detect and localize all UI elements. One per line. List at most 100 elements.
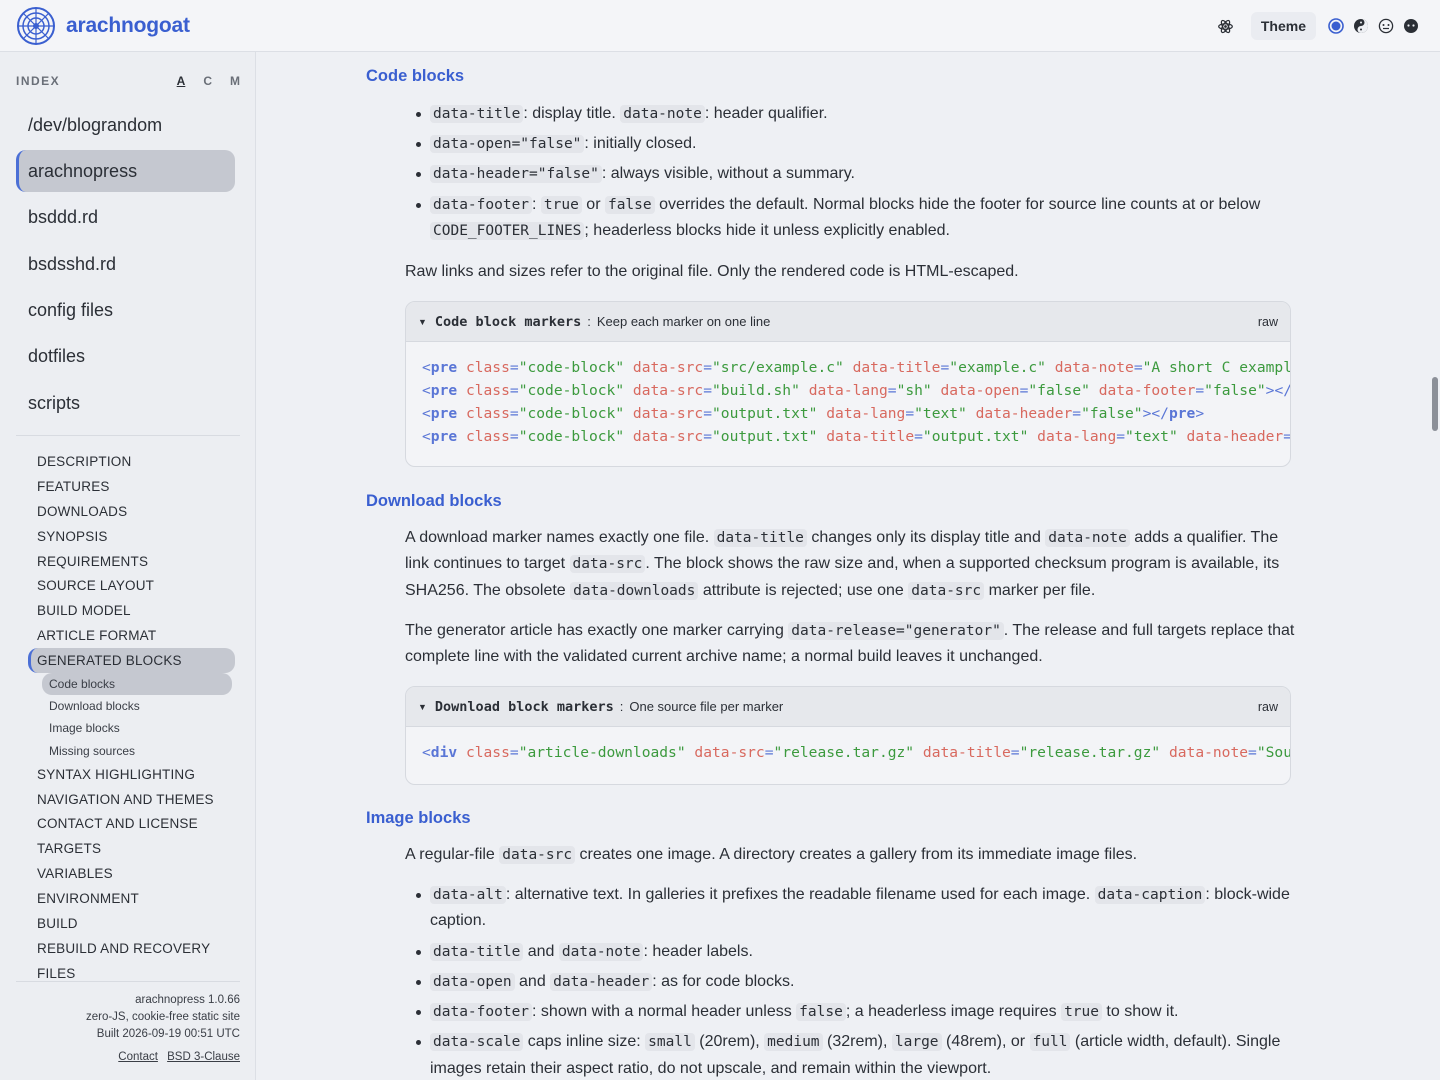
paragraph: A regular-file data-src creates one imag…: [405, 842, 1295, 868]
code-token: "build.sh": [712, 382, 800, 399]
toc-item[interactable]: VARIABLES: [28, 861, 240, 886]
text: creates one image. A directory creates a…: [575, 846, 1138, 863]
inline-code: data-title: [430, 105, 524, 123]
atom-icon[interactable]: [1216, 17, 1235, 36]
code-token: pre: [430, 382, 458, 399]
inline-code: data-note: [620, 105, 705, 123]
heading-image-blocks[interactable]: Image blocks: [366, 809, 471, 828]
raw-link[interactable]: raw: [1258, 315, 1278, 329]
toc-item[interactable]: REQUIREMENTS: [28, 549, 240, 574]
inline-code: data-title: [713, 529, 807, 547]
toc-item[interactable]: BUILD: [28, 911, 240, 936]
toc-item[interactable]: BUILD MODEL: [28, 598, 240, 623]
spider-logo-icon[interactable]: [16, 6, 56, 46]
project-item[interactable]: config files: [16, 290, 235, 332]
code-token: <: [422, 382, 431, 399]
toc-item[interactable]: ARTICLE FORMAT: [28, 623, 240, 648]
toc-item[interactable]: SOURCE LAYOUT: [28, 573, 240, 598]
toc-item[interactable]: TARGETS: [28, 836, 240, 861]
toc-item[interactable]: REBUILD AND RECOVERY: [28, 936, 240, 961]
code-token: =: [703, 405, 713, 422]
code-block-header[interactable]: ▼ Code block markers : Keep each marker …: [406, 302, 1290, 342]
license-link[interactable]: BSD 3-Clause: [167, 1051, 240, 1063]
toc-subitem[interactable]: Missing sources: [28, 740, 240, 762]
face-outline-icon[interactable]: [1376, 17, 1395, 36]
sort-created[interactable]: C: [203, 74, 212, 88]
text: : header qualifier.: [704, 105, 828, 122]
code-token: class: [465, 382, 510, 399]
theme-button[interactable]: Theme: [1250, 12, 1316, 40]
code-token: data-footer: [1098, 382, 1196, 399]
heading-code-blocks[interactable]: Code blocks: [366, 67, 464, 86]
inline-code: data-src: [908, 581, 985, 600]
radio-selected-icon[interactable]: [1326, 17, 1345, 36]
code-token: =: [703, 359, 713, 376]
project-item-active[interactable]: arachnopress: [16, 150, 235, 193]
project-item[interactable]: dotfiles: [16, 336, 235, 378]
code-line: <pre class="code-block" data-src="output…: [422, 425, 1290, 448]
project-item[interactable]: scripts: [16, 382, 235, 424]
code-block-body: <pre class="code-block" data-src="src/ex…: [406, 342, 1290, 448]
code-token: =: [1248, 744, 1257, 761]
toc-subitem[interactable]: Download blocks: [28, 695, 240, 717]
text: (48rem), or: [941, 1033, 1030, 1051]
toc-item-active[interactable]: GENERATED BLOCKS: [28, 648, 235, 674]
inline-code: data-open: [430, 972, 515, 991]
sort-alpha[interactable]: A: [177, 74, 186, 88]
inline-code: true: [1061, 1003, 1102, 1022]
code-token: div: [430, 744, 458, 761]
code-line: <pre class="code-block" data-src="build.…: [422, 379, 1290, 402]
code-token: "release.tar.gz": [773, 744, 915, 761]
toc-item[interactable]: NAVIGATION AND THEMES: [28, 787, 240, 812]
raw-link[interactable]: raw: [1258, 700, 1278, 714]
inline-code: data-note: [558, 942, 644, 961]
code-token: ></: [1265, 382, 1290, 399]
code-token: <: [422, 428, 431, 445]
inline-code: data-downloads: [570, 581, 699, 600]
toc-item[interactable]: DESCRIPTION: [28, 449, 240, 474]
toc-item[interactable]: ENVIRONMENT: [28, 886, 240, 911]
code-token: data-lang: [1037, 428, 1117, 445]
code-block-header[interactable]: ▼ Download block markers : One source fi…: [406, 687, 1290, 727]
toc-item[interactable]: CONTACT AND LICENSE: [28, 812, 240, 837]
scrollbar-thumb[interactable]: [1432, 377, 1438, 431]
toc-item[interactable]: FILES: [28, 961, 240, 983]
text: ; headerless blocks hide it unless expli…: [584, 222, 950, 240]
list-item: data-title: display title. data-note: he…: [405, 101, 1295, 127]
footer-links: Contact BSD 3-Clause: [16, 1049, 240, 1066]
table-of-contents: DESCRIPTION FEATURES DOWNLOADS SYNOPSIS …: [28, 449, 240, 983]
code-token: =: [1116, 428, 1126, 445]
version-text: arachnopress 1.0.66: [135, 994, 240, 1006]
inline-code: data-note: [1045, 529, 1130, 547]
sort-options: A C M: [177, 74, 240, 88]
toc-subitem[interactable]: Image blocks: [28, 717, 240, 739]
face-dark-icon[interactable]: [1401, 17, 1420, 36]
code-token: "code-block": [518, 359, 625, 376]
code-token: data-open: [940, 382, 1020, 399]
toc-item[interactable]: FEATURES: [28, 474, 240, 499]
code-token: data-title: [826, 428, 915, 445]
toc-item[interactable]: SYNTAX HIGHLIGHTING: [28, 762, 240, 787]
heading-download-blocks[interactable]: Download blocks: [366, 492, 502, 511]
project-item[interactable]: /dev/blograndom: [16, 104, 235, 146]
toc-item[interactable]: DOWNLOADS: [28, 499, 240, 524]
list-item: data-header="false": always visible, wit…: [405, 161, 1295, 187]
toc-item[interactable]: SYNOPSIS: [28, 524, 240, 549]
code-token: =: [703, 428, 713, 445]
caret-down-icon[interactable]: ▼: [418, 702, 427, 712]
project-item[interactable]: bsdsshd.rd: [16, 243, 235, 285]
project-item[interactable]: bsddd.rd: [16, 197, 235, 239]
code-token: "text": [1125, 428, 1178, 445]
toc-subitem-active[interactable]: Code blocks: [42, 673, 232, 696]
brand-name[interactable]: arachnogoat: [66, 14, 190, 38]
contact-link[interactable]: Contact: [118, 1051, 158, 1063]
caret-down-icon[interactable]: ▼: [418, 317, 427, 327]
inline-code: data-header="false": [430, 165, 602, 184]
yin-yang-icon[interactable]: [1351, 17, 1370, 36]
code-token: class: [465, 359, 510, 376]
sidebar: INDEX A C M /dev/blograndom arachnopress…: [0, 52, 256, 1080]
sort-modified[interactable]: M: [230, 74, 240, 88]
